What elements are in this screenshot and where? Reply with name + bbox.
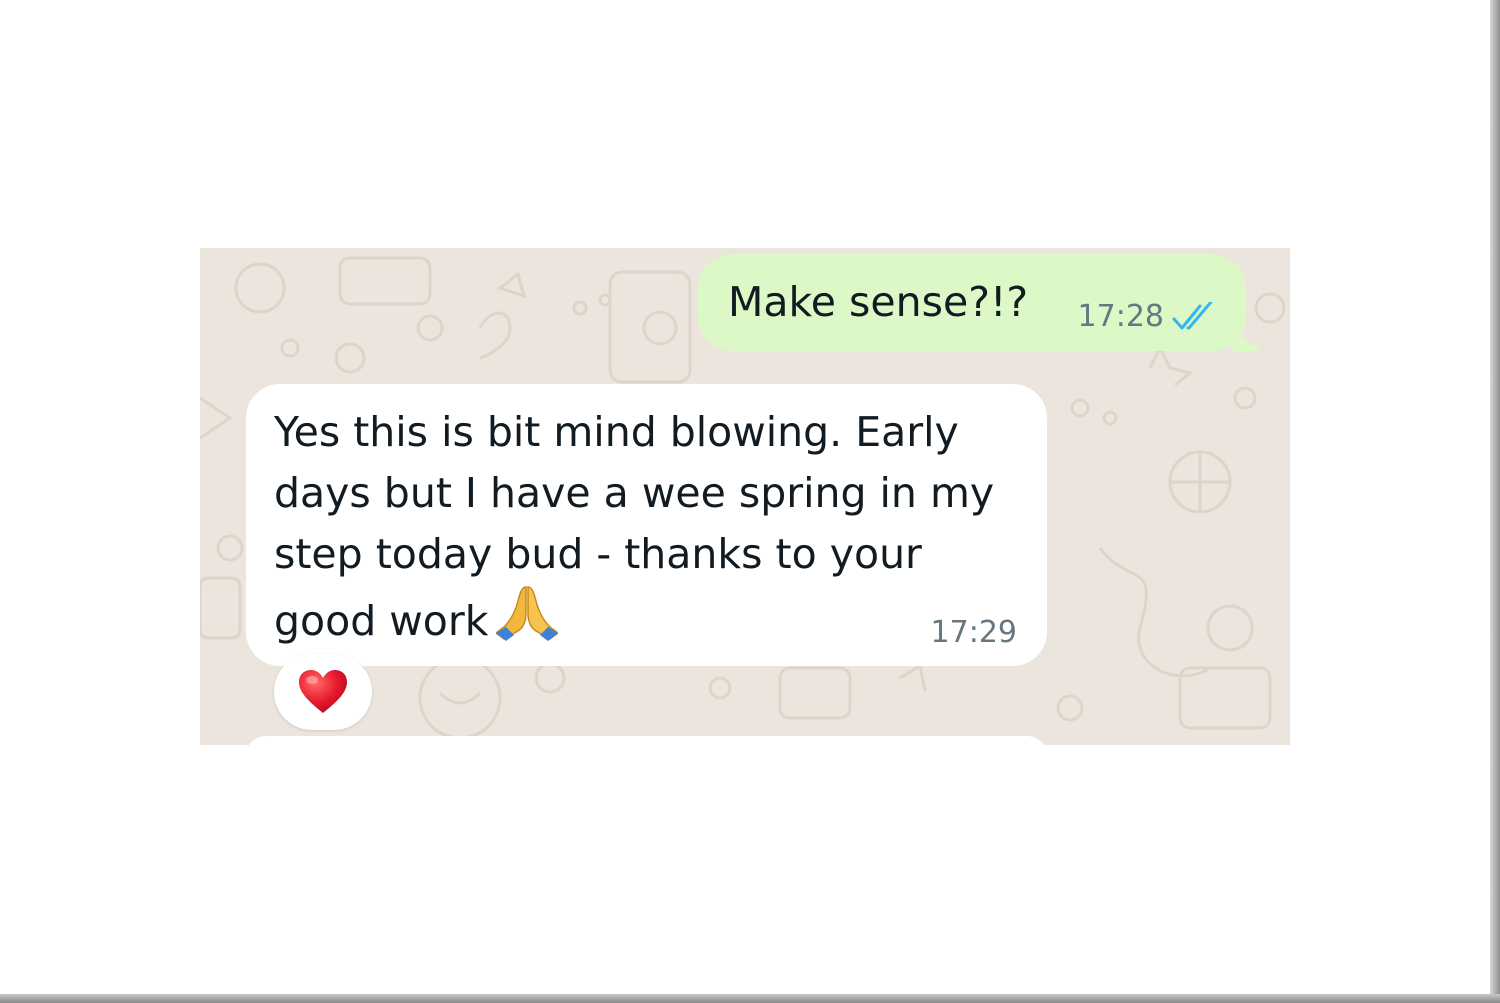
outgoing-message-bubble[interactable]: Make sense?!? 17:28 [698, 254, 1262, 351]
page-frame-shadow-right [1490, 0, 1500, 1003]
outgoing-message-text: Make sense?!? [728, 278, 1029, 326]
outgoing-bubble-tail [1232, 329, 1262, 351]
incoming-message-body: Yes this is bit mind blowing. Early days… [274, 402, 1014, 652]
chat-panel: Make sense?!? 17:28 Yes this is bit mind… [200, 248, 1290, 745]
page-frame-shadow-bottom [0, 994, 1500, 1003]
message-reaction-pill[interactable] [274, 654, 372, 730]
incoming-message-time: 17:29 [930, 615, 1017, 650]
incoming-message-text: Yes this is bit mind blowing. Early days… [274, 408, 995, 645]
incoming-message-bubble[interactable]: Yes this is bit mind blowing. Early days… [246, 384, 1047, 666]
next-message-bubble-partial[interactable] [246, 736, 1047, 745]
folded-hands-icon [496, 586, 559, 641]
outgoing-message-time: 17:28 [1077, 299, 1164, 334]
red-heart-icon [299, 670, 347, 713]
outgoing-message-meta: 17:28 [1078, 300, 1216, 334]
double-check-read-icon [1172, 302, 1213, 330]
